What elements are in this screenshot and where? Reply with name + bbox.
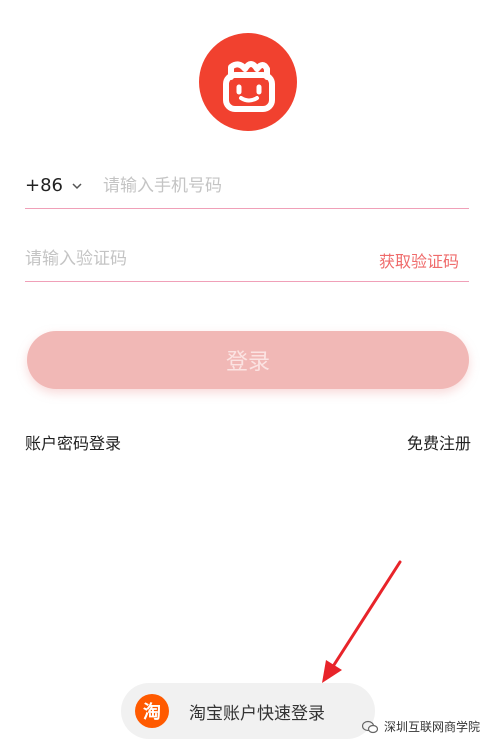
watermark-text: 深圳互联网商学院 <box>384 720 481 734</box>
taobao-login-label: 淘宝账户快速登录 <box>189 703 325 724</box>
watermark: 深圳互联网商学院 <box>362 718 480 735</box>
taobao-icon: 淘 <box>135 694 169 728</box>
taobao-login-button[interactable]: 淘 淘宝账户快速登录 <box>121 683 375 739</box>
annotation-arrow <box>322 560 402 683</box>
wechat-icon <box>362 720 378 733</box>
